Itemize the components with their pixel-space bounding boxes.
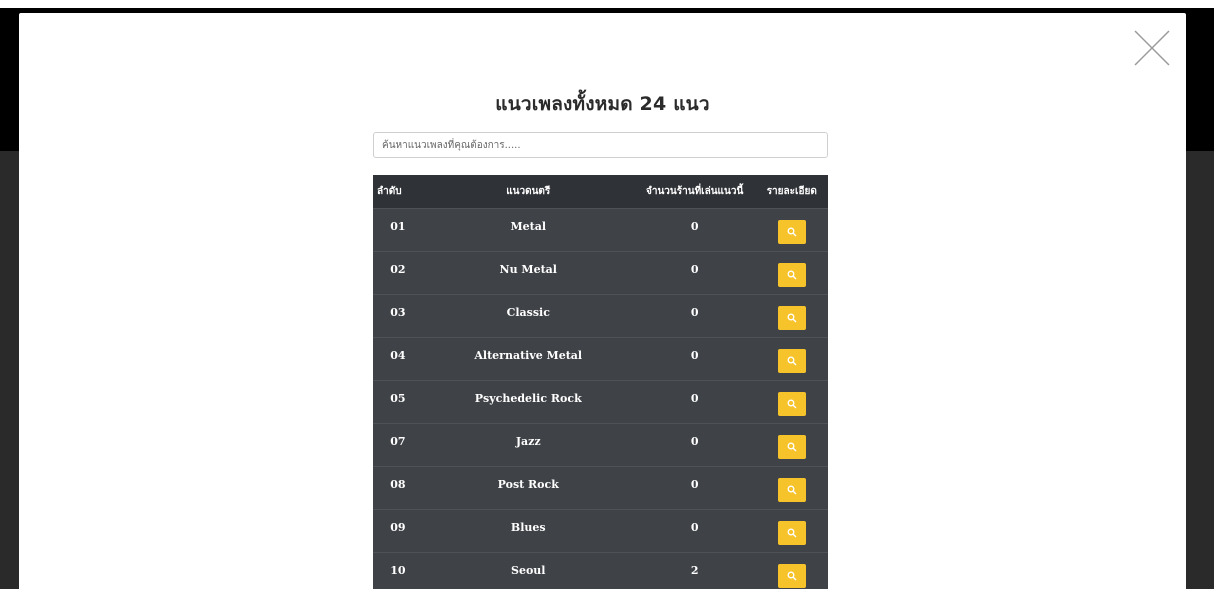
row-genre: Jazz (515, 435, 541, 448)
genre-search-input[interactable] (373, 132, 828, 158)
genre-table: ลำดับ แนวดนตรี จำนวนร้านที่เล่นแนวนี้ รา… (373, 175, 828, 589)
row-count: 0 (690, 392, 699, 405)
table-row: 03 Classic 0 (373, 294, 828, 338)
row-number: 02 (390, 263, 406, 276)
table-row: 09 Blues 0 (373, 509, 828, 553)
table-header-row: ลำดับ แนวดนตรี จำนวนร้านที่เล่นแนวนี้ รา… (373, 175, 828, 209)
row-count: 0 (690, 435, 699, 448)
detail-button[interactable] (777, 564, 806, 588)
detail-button[interactable] (777, 220, 806, 244)
search-icon (787, 485, 797, 495)
detail-button[interactable] (777, 392, 806, 416)
row-genre: Blues (510, 521, 546, 534)
header-detail: รายละเอียด (755, 175, 828, 209)
detail-button[interactable] (777, 521, 806, 545)
row-number: 09 (390, 521, 406, 534)
table-row: 05 Psychedelic Rock 0 (373, 380, 828, 424)
row-count: 0 (690, 220, 699, 233)
table-row: 10 Seoul 2 (373, 552, 828, 589)
row-genre: Nu Metal (499, 263, 557, 276)
search-icon (787, 270, 797, 280)
header-count: จำนวนร้านที่เล่นแนวนี้ (633, 175, 756, 209)
search-icon (787, 442, 797, 452)
row-genre: Metal (510, 220, 547, 233)
search-icon (787, 399, 797, 409)
row-number: 07 (390, 435, 406, 448)
row-number: 03 (390, 306, 406, 319)
row-number: 05 (390, 392, 406, 405)
row-count: 0 (690, 306, 699, 319)
table-row: 04 Alternative Metal 0 (373, 337, 828, 381)
row-genre: Seoul (511, 564, 546, 577)
row-genre: Psychedelic Rock (474, 392, 582, 405)
detail-button[interactable] (777, 263, 806, 287)
row-genre: Post Rock (497, 478, 559, 491)
row-genre: Classic (506, 306, 550, 319)
row-number: 01 (390, 220, 406, 233)
row-count: 0 (690, 349, 699, 362)
search-icon (787, 571, 797, 581)
row-number: 08 (390, 478, 406, 491)
table-row: 07 Jazz 0 (373, 423, 828, 467)
row-number: 10 (390, 564, 406, 577)
table-row: 01 Metal 0 (373, 208, 828, 252)
modal-title: แนวเพลงทั้งหมด 24 แนว (495, 93, 710, 115)
row-count: 2 (690, 564, 699, 577)
genre-modal: แนวเพลงทั้งหมด 24 แนว ลำดับ แนวดนตรี จำน… (19, 13, 1186, 589)
page-top-strip (0, 0, 1214, 8)
row-count: 0 (690, 263, 699, 276)
row-genre: Alternative Metal (474, 349, 583, 362)
search-icon (787, 227, 797, 237)
detail-button[interactable] (777, 349, 806, 373)
detail-button[interactable] (777, 435, 806, 459)
row-count: 0 (690, 478, 699, 491)
header-no: ลำดับ (373, 175, 423, 209)
search-icon (787, 528, 797, 538)
detail-button[interactable] (777, 306, 806, 330)
detail-button[interactable] (777, 478, 806, 502)
row-count: 0 (690, 521, 699, 534)
search-icon (787, 313, 797, 323)
search-icon (787, 356, 797, 366)
header-genre: แนวดนตรี (422, 175, 634, 209)
table-row: 02 Nu Metal 0 (373, 251, 828, 295)
close-icon[interactable] (1134, 30, 1170, 66)
table-row: 08 Post Rock 0 (373, 466, 828, 510)
row-number: 04 (390, 349, 406, 362)
